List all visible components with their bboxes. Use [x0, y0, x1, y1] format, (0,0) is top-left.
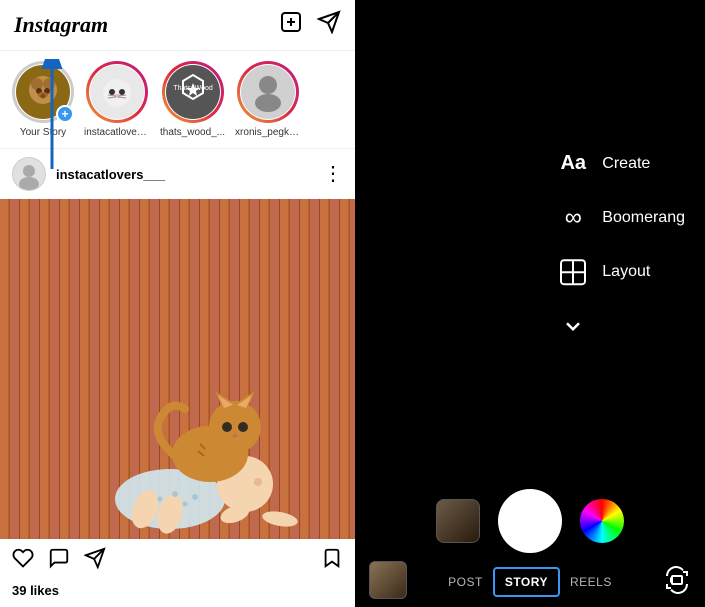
direct-messages-icon[interactable]	[317, 10, 341, 40]
camera-story-panel: Aa Create ∞ Boomerang Layout	[355, 0, 705, 607]
post-actions	[0, 539, 355, 583]
comment-button[interactable]	[48, 547, 70, 575]
mode-story[interactable]: STORY	[493, 567, 560, 597]
story-label-2: thats_wood_...	[160, 127, 225, 138]
story-item-thats-wood[interactable]: Thats_Wood thats_wood_...	[160, 61, 225, 138]
story-avatar-wrap-2: Thats_Wood	[162, 61, 224, 123]
story-avatar-wrap-1	[86, 61, 148, 123]
post-author-avatar[interactable]	[12, 157, 46, 191]
layout-label: Layout	[602, 263, 650, 281]
post-username[interactable]: instacatlovers___	[56, 167, 313, 182]
story-label-1: instacatlovers...	[84, 127, 150, 138]
story-ring-2: Thats_Wood	[162, 61, 224, 123]
add-post-icon[interactable]	[279, 10, 303, 40]
mode-reels[interactable]: REELS	[560, 569, 622, 595]
gallery-thumbnail[interactable]	[436, 499, 480, 543]
post-more-options[interactable]: ⋮	[323, 164, 343, 184]
post-image	[0, 199, 355, 539]
post-header: instacatlovers___ ⋮	[0, 149, 355, 199]
create-icon-text: Aa	[560, 152, 586, 175]
boomerang-icon-text: ∞	[565, 204, 582, 232]
camera-mode-selector: POST STORY REELS	[355, 567, 705, 597]
layout-icon	[556, 255, 590, 289]
create-option[interactable]: Aa Create	[556, 147, 685, 181]
story-mode-options: Aa Create ∞ Boomerang Layout	[556, 147, 685, 343]
shutter-row	[355, 489, 705, 553]
boomerang-option[interactable]: ∞ Boomerang	[556, 201, 685, 235]
shutter-button[interactable]	[498, 489, 562, 553]
post-photo-svg	[0, 199, 355, 539]
share-button[interactable]	[84, 547, 106, 575]
mode-post[interactable]: POST	[438, 569, 493, 595]
story-ring-inner-2: Thats_Wood	[165, 64, 221, 120]
your-story-label: Your Story	[20, 127, 66, 138]
your-story-avatar-wrap: +	[12, 61, 74, 123]
story-ring-inner-1	[89, 64, 145, 120]
camera-flip-button[interactable]	[663, 566, 691, 599]
layout-option[interactable]: Layout	[556, 255, 685, 289]
story-item-instacatlovers[interactable]: instacatlovers...	[84, 61, 150, 138]
instagram-feed-panel: Instagram	[0, 0, 355, 607]
story-ring-inner-3	[240, 64, 296, 120]
instagram-logo: Instagram	[14, 12, 108, 38]
feed-header: Instagram	[0, 0, 355, 51]
more-options[interactable]	[556, 309, 685, 343]
story-avatar-wrap-3	[237, 61, 299, 123]
chevron-down-icon	[556, 309, 590, 343]
story-item-yours[interactable]: + Your Story	[12, 61, 74, 138]
likes-count: 39 likes	[0, 583, 355, 604]
add-story-button[interactable]: +	[56, 105, 74, 123]
stories-row: + Your Story	[0, 51, 355, 149]
boomerang-label: Boomerang	[602, 209, 685, 227]
boomerang-icon: ∞	[556, 201, 590, 235]
bookmark-button[interactable]	[321, 547, 343, 575]
camera-bottom-controls: POST STORY REELS	[355, 489, 705, 607]
create-icon: Aa	[556, 147, 590, 181]
header-actions	[279, 10, 341, 40]
story-ring-3	[237, 61, 299, 123]
color-wheel-button[interactable]	[580, 499, 624, 543]
story-label-3: xronis_pegk_...	[235, 127, 301, 138]
create-label: Create	[602, 155, 650, 173]
like-button[interactable]	[12, 547, 34, 575]
gallery-icon-left[interactable]	[369, 561, 407, 599]
story-item-xronis[interactable]: xronis_pegk_...	[235, 61, 301, 138]
story-ring-1	[86, 61, 148, 123]
